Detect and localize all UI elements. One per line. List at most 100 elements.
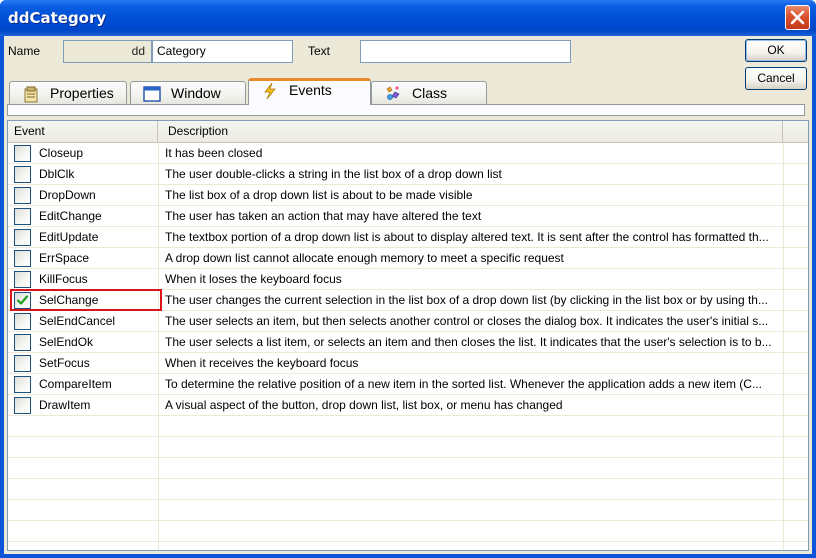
table-row[interactable]: ErrSpace A drop down list cannot allocate… <box>8 248 808 269</box>
dialog-client: Name dd Category Text OK Cancel Properti… <box>4 36 812 554</box>
tab-events[interactable]: Events <box>248 78 371 105</box>
row-divider <box>8 268 808 269</box>
row-divider <box>8 499 808 500</box>
table-row[interactable]: EditChange The user has taken an action t… <box>8 206 808 227</box>
event-checkbox[interactable] <box>14 229 31 246</box>
close-button[interactable] <box>785 5 810 30</box>
tab-panel <box>7 104 805 116</box>
event-name: SelEndOk <box>39 335 94 349</box>
table-row[interactable]: SelEndCancel The user selects an item, bu… <box>8 311 808 332</box>
event-description: To determine the relative position of a … <box>165 377 762 391</box>
event-description: It has been closed <box>165 146 263 160</box>
cancel-button[interactable]: Cancel <box>745 67 807 90</box>
class-icon <box>386 86 400 100</box>
event-checkbox[interactable] <box>14 376 31 393</box>
row-divider <box>8 415 808 416</box>
selected-event-highlight <box>10 289 162 311</box>
events-grid[interactable]: Event Description Closeup It has been clo… <box>7 120 809 551</box>
table-row[interactable]: KillFocus When it loses the keyboard focu… <box>8 269 808 290</box>
row-divider <box>8 352 808 353</box>
event-description: The user has taken an action that may ha… <box>165 209 482 223</box>
event-name: CompareItem <box>39 377 112 391</box>
column-header-filler <box>783 121 808 143</box>
grid-header: Event Description <box>8 121 808 143</box>
event-checkbox[interactable] <box>14 208 31 225</box>
table-row[interactable]: CompareItem To determine the relative pos… <box>8 374 808 395</box>
text-label: Text <box>308 44 331 58</box>
row-divider <box>8 331 808 332</box>
row-divider <box>8 436 808 437</box>
table-row[interactable]: EditUpdate The textbox portion of a drop … <box>8 227 808 248</box>
row-divider <box>8 478 808 479</box>
tab-properties[interactable]: Properties <box>9 81 127 105</box>
properties-icon <box>24 86 38 103</box>
table-row[interactable]: SelEndOk The user selects a list item, or… <box>8 332 808 353</box>
row-divider <box>8 541 808 542</box>
event-name: DropDown <box>39 188 96 202</box>
event-name: SelEndCancel <box>39 314 116 328</box>
event-description: The list box of a drop down list is abou… <box>165 188 473 202</box>
title-bar[interactable]: ddCategory <box>0 0 816 36</box>
event-description: A visual aspect of the button, drop down… <box>165 398 563 412</box>
event-checkbox[interactable] <box>14 355 31 372</box>
tab-class[interactable]: Class <box>371 81 487 105</box>
tab-events-label: Events <box>289 82 332 98</box>
event-name: DrawItem <box>39 398 91 412</box>
event-checkbox[interactable] <box>14 271 31 288</box>
event-name: EditChange <box>39 209 102 223</box>
event-checkbox[interactable] <box>14 397 31 414</box>
name-value: Category <box>157 44 206 58</box>
name-input[interactable]: Category <box>152 40 293 63</box>
tab-window[interactable]: Window <box>130 81 246 105</box>
row-divider <box>8 184 808 185</box>
window-title: ddCategory <box>8 9 107 27</box>
table-row[interactable]: DrawItem A visual aspect of the button, d… <box>8 395 808 416</box>
row-divider <box>8 520 808 521</box>
tab-properties-label: Properties <box>50 85 114 101</box>
event-checkbox[interactable] <box>14 166 31 183</box>
event-description: The user double-clicks a string in the l… <box>165 167 502 181</box>
event-name: Closeup <box>39 146 84 160</box>
event-checkbox[interactable] <box>14 187 31 204</box>
dialog-window: ddCategory Name dd Category Text OK Canc… <box>0 0 816 558</box>
text-input[interactable] <box>360 40 571 63</box>
window-icon <box>143 86 161 102</box>
row-divider <box>8 247 808 248</box>
tab-class-label: Class <box>412 85 448 101</box>
event-checkbox[interactable] <box>14 334 31 351</box>
event-name: DblClk <box>39 167 75 181</box>
event-name: EditUpdate <box>39 230 99 244</box>
event-description: The user selects an item, but then selec… <box>165 314 769 328</box>
event-checkbox[interactable] <box>14 250 31 267</box>
name-prefix-field: dd <box>63 40 152 63</box>
column-header-description[interactable]: Description <box>158 121 783 143</box>
table-row[interactable]: Closeup It has been closed <box>8 143 808 164</box>
row-divider <box>8 205 808 206</box>
close-icon <box>790 10 805 25</box>
event-description: The user changes the current selection i… <box>165 293 768 307</box>
event-description: The textbox portion of a drop down list … <box>165 230 769 244</box>
row-divider <box>8 394 808 395</box>
lightning-icon <box>264 82 276 100</box>
row-divider <box>8 457 808 458</box>
event-description: A drop down list cannot allocate enough … <box>165 251 564 265</box>
tab-window-label: Window <box>171 85 221 101</box>
event-checkbox[interactable] <box>14 145 31 162</box>
event-name: KillFocus <box>39 272 88 286</box>
event-description: When it loses the keyboard focus <box>165 272 342 286</box>
column-header-event[interactable]: Event <box>8 121 158 143</box>
table-row[interactable]: DropDown The list box of a drop down list… <box>8 185 808 206</box>
table-row[interactable]: DblClk The user double-clicks a string in… <box>8 164 808 185</box>
event-name: ErrSpace <box>39 251 90 265</box>
event-description: The user selects a list item, or selects… <box>165 335 772 349</box>
event-name: SetFocus <box>39 356 90 370</box>
name-prefix: dd <box>131 44 145 58</box>
event-description: When it receives the keyboard focus <box>165 356 359 370</box>
ok-button[interactable]: OK <box>745 39 807 62</box>
row-divider <box>8 373 808 374</box>
table-row[interactable]: SetFocus When it receives the keyboard fo… <box>8 353 808 374</box>
event-checkbox[interactable] <box>14 313 31 330</box>
row-divider <box>8 163 808 164</box>
row-divider <box>8 226 808 227</box>
name-label: Name <box>8 44 41 58</box>
